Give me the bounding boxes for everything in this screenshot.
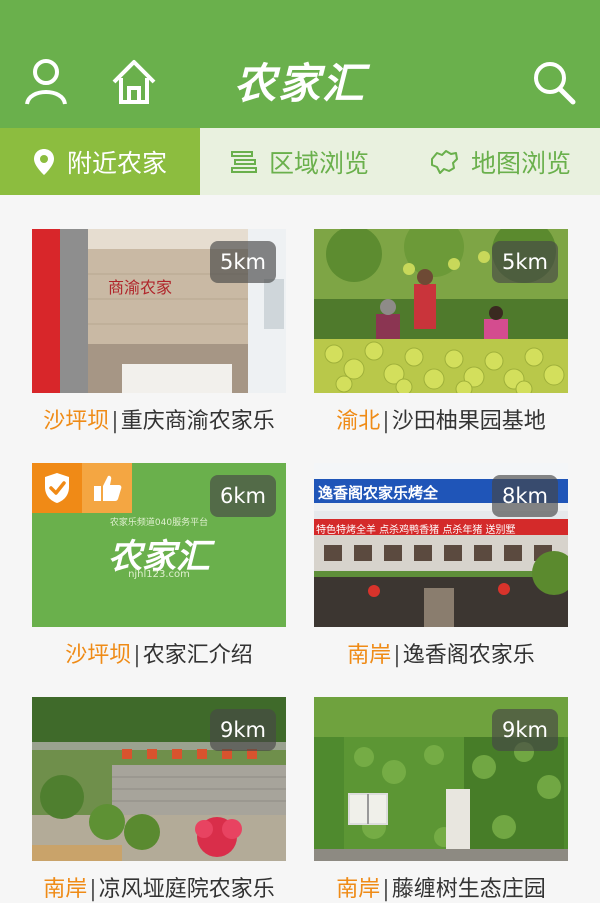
- verified-shield-icon: [32, 463, 82, 513]
- tab-label: 地图浏览: [470, 148, 571, 178]
- farmhouse-name: 重庆商渝农家乐: [120, 409, 275, 434]
- list-icon: [230, 150, 257, 173]
- card-caption: 渝北|沙田柚果园基地: [336, 409, 546, 434]
- card-caption: 沙坪坝|重庆商渝农家乐: [43, 409, 275, 434]
- area-label: 渝北: [336, 409, 381, 434]
- area-label: 南岸: [336, 877, 381, 902]
- farmhouse-photo: 9km: [32, 697, 286, 861]
- tab-map[interactable]: 地图浏览: [400, 128, 600, 195]
- farmhouse-card[interactable]: 农家乐频道040服务平台 农家汇 njhl123.com 6km 沙坪坝|农家汇…: [32, 463, 286, 669]
- map-icon: [430, 149, 458, 174]
- tab-label: 附近农家: [66, 148, 167, 178]
- farmhouse-grid: 商渝农家 5km 沙坪坝|重庆商渝农家乐 5km 渝北|沙田柚果园基地 农家乐频…: [0, 195, 600, 903]
- area-label: 南岸: [43, 877, 88, 902]
- tab-nearby[interactable]: 附近农家: [0, 128, 200, 195]
- farmhouse-photo: 逸香阁农家乐烤全 特色特烤全羊 点杀鸡鸭香猪 点杀年猪 送别墅 8km: [314, 463, 568, 627]
- farmhouse-card[interactable]: 商渝农家 5km 沙坪坝|重庆商渝农家乐: [32, 229, 286, 435]
- distance-badge: 9km: [210, 709, 276, 751]
- tab-label: 区域浏览: [268, 148, 369, 178]
- farmhouse-card[interactable]: 逸香阁农家乐烤全 特色特烤全羊 点杀鸡鸭香猪 点杀年猪 送别墅 8km 南岸|逸…: [314, 463, 568, 669]
- farmhouse-photo: 9km: [314, 697, 568, 861]
- distance-badge: 9km: [492, 709, 558, 751]
- card-caption: 南岸|凉风垭庭院农家乐: [43, 877, 275, 902]
- thumbs-up-icon: [82, 463, 132, 513]
- farmhouse-photo: 农家乐频道040服务平台 农家汇 njhl123.com 6km: [32, 463, 286, 627]
- app-logo: 农家汇: [233, 59, 366, 108]
- app-header: 农家汇: [0, 0, 600, 128]
- area-label: 沙坪坝: [43, 409, 110, 434]
- distance-badge: 6km: [210, 475, 276, 517]
- farmhouse-name: 藤缠树生态庄园: [391, 877, 546, 902]
- farmhouse-card[interactable]: 5km 渝北|沙田柚果园基地: [314, 229, 568, 435]
- shop-sign-text: 逸香阁农家乐烤全: [318, 484, 439, 502]
- farmhouse-card[interactable]: 9km 南岸|凉风垭庭院农家乐: [32, 697, 286, 903]
- farmhouse-name: 农家汇介绍: [142, 643, 253, 668]
- farmhouse-name: 沙田柚果园基地: [391, 409, 546, 434]
- user-icon[interactable]: [24, 58, 68, 106]
- distance-badge: 8km: [492, 475, 558, 517]
- card-caption: 沙坪坝|农家汇介绍: [65, 643, 253, 668]
- tab-region[interactable]: 区域浏览: [200, 128, 400, 195]
- search-icon[interactable]: [532, 58, 576, 106]
- farmhouse-name: 逸香阁农家乐: [402, 643, 535, 668]
- tab-bar: 附近农家 区域浏览 地图浏览: [0, 128, 600, 195]
- distance-badge: 5km: [492, 241, 558, 283]
- farmhouse-card[interactable]: 9km 南岸|藤缠树生态庄园: [314, 697, 568, 903]
- card-caption: 南岸|逸香阁农家乐: [347, 643, 535, 668]
- logo-url: njhl123.com: [128, 569, 190, 580]
- farmhouse-photo: 5km: [314, 229, 568, 393]
- svg-text:商渝农家: 商渝农家: [108, 278, 172, 297]
- farmhouse-name: 凉风垭庭院农家乐: [98, 877, 275, 902]
- area-label: 南岸: [347, 643, 392, 668]
- location-pin-icon: [33, 148, 54, 175]
- banner-text: 特色特烤全羊 点杀鸡鸭香猪 点杀年猪 送别墅: [316, 525, 516, 536]
- farmhouse-photo: 商渝农家 5km: [32, 229, 286, 393]
- area-label: 沙坪坝: [65, 643, 132, 668]
- home-icon[interactable]: [112, 58, 156, 106]
- card-caption: 南岸|藤缠树生态庄园: [336, 877, 546, 902]
- distance-badge: 5km: [210, 241, 276, 283]
